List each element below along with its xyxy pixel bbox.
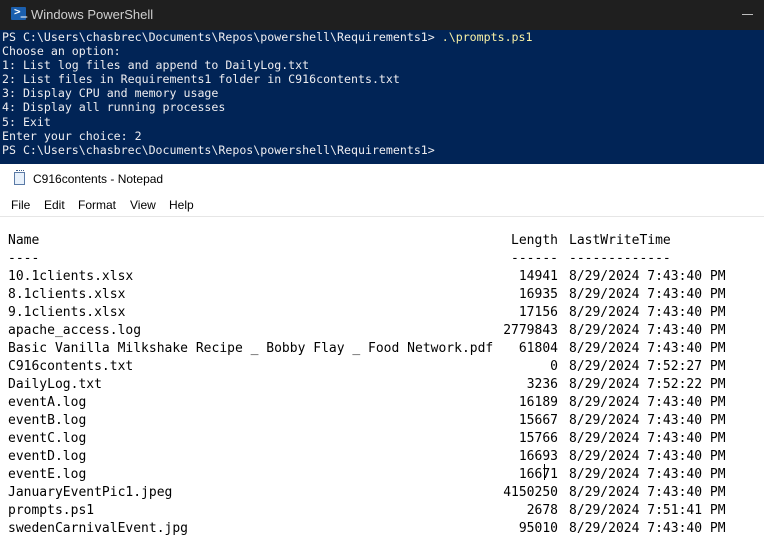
menu-file[interactable]: File	[11, 198, 30, 212]
file-length: 2678	[526, 503, 558, 518]
header-name: Name	[8, 233, 40, 248]
powershell-icon: >_	[11, 5, 27, 20]
file-name: eventE.log	[8, 467, 87, 482]
file-row: eventA.log 16189 8/29/2024 7:43:40 PM	[8, 394, 764, 412]
text-cursor	[544, 464, 545, 480]
file-length: 4150250	[503, 485, 558, 500]
file-lastwritetime: 8/29/2024 7:52:27 PM	[569, 359, 726, 374]
file-length: 15667	[518, 413, 558, 428]
header-lastwritetime: LastWriteTime	[569, 233, 671, 248]
file-row: Basic Vanilla Milkshake Recipe _ Bobby F…	[8, 340, 764, 358]
notepad-text-area[interactable]: Name Length LastWriteTime ---- ------ --…	[8, 232, 764, 541]
file-name: eventA.log	[8, 395, 87, 410]
file-row: C916contents.txt 0 8/29/2024 7:52:27 PM	[8, 358, 764, 376]
header-row: Name Length LastWriteTime	[8, 232, 764, 250]
menu-format[interactable]: Format	[78, 198, 116, 212]
file-lastwritetime: 8/29/2024 7:43:40 PM	[569, 395, 726, 410]
file-row: 8.1clients.xlsx 16935 8/29/2024 7:43:40 PM	[8, 286, 764, 304]
file-lastwritetime: 8/29/2024 7:43:40 PM	[569, 467, 726, 482]
console-line-prompt: PS C:\Users\chasbrec\Documents\Repos\pow…	[2, 142, 435, 157]
file-name: 9.1clients.xlsx	[8, 305, 126, 320]
file-length: 17156	[518, 305, 558, 320]
notepad-window[interactable]: C916contents - Notepad File Edit Format …	[0, 164, 764, 541]
file-lastwritetime: 8/29/2024 7:43:40 PM	[569, 341, 726, 356]
file-lastwritetime: 8/29/2024 7:43:40 PM	[569, 269, 726, 284]
notepad-menu-bar: File Edit Format View Help	[0, 195, 764, 215]
notepad-icon	[14, 170, 25, 185]
file-row: eventB.log 15667 8/29/2024 7:43:40 PM	[8, 412, 764, 430]
console-line: Enter your choice: 2	[2, 128, 142, 143]
file-length: 3236	[526, 377, 558, 392]
file-lastwritetime: 8/29/2024 7:43:40 PM	[569, 323, 726, 338]
menu-help[interactable]: Help	[169, 198, 194, 212]
file-row: 10.1clients.xlsx 14941 8/29/2024 7:43:40 P…	[8, 268, 764, 286]
file-lastwritetime: 8/29/2024 7:43:40 PM	[569, 287, 726, 302]
file-length: 15766	[518, 431, 558, 446]
file-lastwritetime: 8/29/2024 7:43:40 PM	[569, 413, 726, 428]
file-name: eventC.log	[8, 431, 87, 446]
notepad-title-bar[interactable]: C916contents - Notepad	[0, 164, 764, 194]
console-line: 2: List files in Requirements1 folder in…	[2, 72, 400, 87]
console-line: 4: Display all running processes	[2, 100, 226, 115]
console-command: .\prompts.ps1	[441, 30, 533, 44]
file-length: 95010	[518, 521, 558, 536]
powershell-console[interactable]: PS C:\Users\chasbrec\Documents\Repos\pow…	[2, 30, 762, 157]
file-row: DailyLog.txt 3236 8/29/2024 7:52:22 PM	[8, 376, 764, 394]
console-line: 1: List log files and append to DailyLog…	[2, 58, 310, 73]
powershell-window[interactable]: >_ Windows PowerShell PS C:\Users\chasbr…	[0, 0, 764, 164]
separator-time: -------------	[569, 251, 671, 266]
file-lastwritetime: 8/29/2024 7:43:40 PM	[569, 431, 726, 446]
file-lastwritetime: 8/29/2024 7:51:41 PM	[569, 503, 726, 518]
file-row: eventC.log 15766 8/29/2024 7:43:40 PM	[8, 430, 764, 448]
file-name: prompts.ps1	[8, 503, 95, 518]
header-length: Length	[511, 233, 558, 248]
menu-view[interactable]: View	[130, 198, 156, 212]
minimize-icon[interactable]	[737, 4, 759, 24]
console-line: Choose an option:	[2, 44, 121, 59]
file-row: eventE.log 16671 8/29/2024 7:43:40 PM	[8, 466, 764, 484]
separator-name: ----	[8, 251, 40, 266]
file-name: 10.1clients.xlsx	[8, 269, 134, 284]
separator-length: ------	[511, 251, 558, 266]
file-name: JanuaryEventPic1.jpeg	[8, 485, 173, 500]
file-row: apache_access.log 2779843 8/29/2024 7:43:4…	[8, 322, 764, 340]
file-lastwritetime: 8/29/2024 7:52:22 PM	[569, 377, 726, 392]
file-lastwritetime: 8/29/2024 7:43:40 PM	[569, 485, 726, 500]
file-length: 16189	[518, 395, 558, 410]
console-line: 3: Display CPU and memory usage	[2, 86, 219, 101]
file-lastwritetime: 8/29/2024 7:43:40 PM	[569, 449, 726, 464]
file-name: apache_access.log	[8, 323, 142, 338]
file-name: eventD.log	[8, 449, 87, 464]
file-list: 10.1clients.xlsx 14941 8/29/2024 7:43:40 P…	[8, 268, 764, 538]
file-name: swedenCarnivalEvent.jpg	[8, 521, 189, 536]
file-row: JanuaryEventPic1.jpeg 4150250 8/29/2024 7:…	[8, 484, 764, 502]
notepad-window-title: C916contents - Notepad	[33, 172, 164, 186]
file-name: Basic Vanilla Milkshake Recipe _ Bobby F…	[8, 341, 494, 356]
file-row: eventD.log 16693 8/29/2024 7:43:40 PM	[8, 448, 764, 466]
file-length: 16935	[518, 287, 558, 302]
console-line-command: PS C:\Users\chasbrec\Documents\Repos\pow…	[2, 30, 762, 44]
file-length: 2779843	[503, 323, 558, 338]
console-prompt: PS C:\Users\chasbrec\Documents\Repos\pow…	[2, 30, 442, 44]
editor-divider	[0, 216, 764, 217]
file-row: 9.1clients.xlsx 17156 8/29/2024 7:43:40 PM	[8, 304, 764, 322]
file-name: DailyLog.txt	[8, 377, 102, 392]
file-name: C916contents.txt	[8, 359, 134, 374]
powershell-title-bar[interactable]: >_ Windows PowerShell	[0, 0, 764, 30]
file-length: 0	[550, 359, 558, 374]
file-row: prompts.ps1 2678 8/29/2024 7:51:41 PM	[8, 502, 764, 520]
file-row: swedenCarnivalEvent.jpg 95010 8/29/2024 7:…	[8, 520, 764, 538]
file-length: 16671	[518, 467, 558, 482]
file-lastwritetime: 8/29/2024 7:43:40 PM	[569, 521, 726, 536]
file-length: 61804	[518, 341, 558, 356]
file-name: 8.1clients.xlsx	[8, 287, 126, 302]
file-name: eventB.log	[8, 413, 87, 428]
console-line: 5: Exit	[2, 114, 51, 129]
powershell-window-title: Windows PowerShell	[31, 7, 154, 22]
file-length: 14941	[518, 269, 558, 284]
menu-edit[interactable]: Edit	[44, 198, 65, 212]
file-length: 16693	[518, 449, 558, 464]
separator-row: ---- ------ -------------	[8, 250, 764, 268]
file-lastwritetime: 8/29/2024 7:43:40 PM	[569, 305, 726, 320]
